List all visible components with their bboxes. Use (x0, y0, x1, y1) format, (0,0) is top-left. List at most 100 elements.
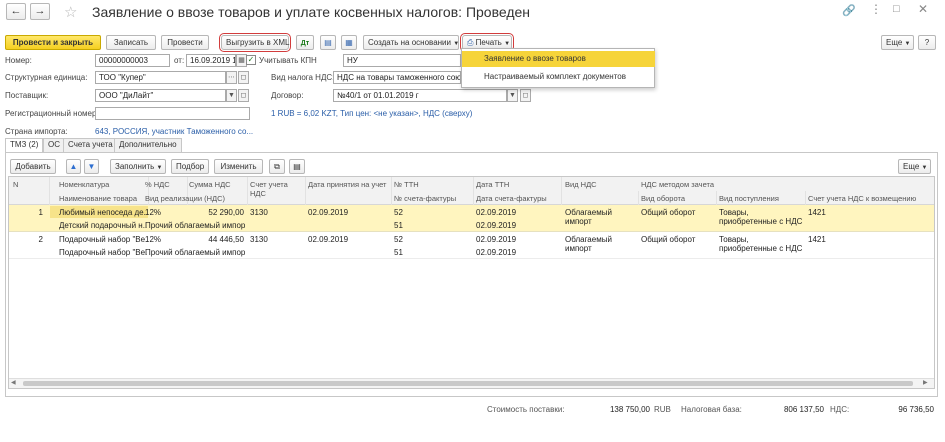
row1-vat-account[interactable]: 3130 (250, 208, 300, 217)
menu-dots-icon[interactable]: ⋮ (870, 2, 882, 16)
row1-goods-name[interactable]: Детский подарочный н... (59, 221, 147, 230)
change-button[interactable]: Изменить (214, 159, 263, 174)
row1-turnover[interactable]: Общий оборот (641, 208, 715, 217)
post-and-close-button[interactable]: Провести и закрыть (5, 35, 101, 50)
menu-item-import-application[interactable]: Заявление о ввозе товаров (462, 51, 655, 67)
col-vat-sum[interactable]: Сумма НДС (189, 180, 247, 189)
forward-button[interactable]: → (30, 3, 50, 20)
horizontal-scrollbar[interactable]: ◀ ▶ (9, 378, 934, 388)
move-up-button[interactable]: ▲ (66, 159, 81, 174)
tab-tmz[interactable]: ТМЗ (2) (5, 138, 44, 153)
fill-button[interactable]: Заполнить ▼ (110, 159, 166, 174)
row1-ttn-no[interactable]: 52 (394, 208, 472, 217)
col-turnover[interactable]: Вид оборота (641, 194, 715, 203)
col-invoice-date[interactable]: Дата счета-фактуры (476, 194, 560, 203)
link-icon[interactable]: 🔗 (842, 4, 856, 17)
close-icon[interactable]: ✕ (918, 2, 928, 16)
paste-button[interactable]: ▤ (289, 159, 305, 174)
scroll-left-icon[interactable]: ◀ (11, 379, 16, 386)
row2-vat-account[interactable]: 3130 (250, 235, 300, 244)
dt-kt-button[interactable]: Дт (296, 35, 314, 50)
row1-invoice-date[interactable]: 02.09.2019 (476, 221, 560, 230)
row1-receipt[interactable]: Товары, приобретенные с НДС (719, 208, 804, 226)
row1-invoice-no[interactable]: 51 (394, 221, 472, 230)
table-more-button[interactable]: Еще ▼ (898, 159, 931, 174)
col-ttn-date[interactable]: Дата ТТН (476, 180, 560, 189)
col-ttn-no[interactable]: № ТТН (394, 180, 472, 189)
col-invoice-no[interactable]: № счета-фактуры (394, 194, 472, 203)
contract-field[interactable]: №40/1 от 01.01.2019 г (333, 89, 507, 102)
contract-open-button[interactable]: ◻ (520, 89, 531, 102)
col-vat-rate[interactable]: % НДС (145, 180, 185, 189)
row2-refund-account[interactable]: 1421 (808, 235, 928, 244)
scroll-right-icon[interactable]: ▶ (923, 379, 928, 386)
date-field[interactable]: 16.09.2019 10:28:07 (186, 54, 236, 67)
row1-vat-rate[interactable]: 12% (145, 208, 185, 217)
row1-refund-account[interactable]: 1421 (808, 208, 928, 217)
select-button[interactable]: Подбор (171, 159, 209, 174)
kpn-field[interactable]: НУ (343, 54, 461, 67)
move-down-button[interactable]: ▼ (84, 159, 99, 174)
row1-nomenclature[interactable]: Любимый непоседа де... (59, 208, 147, 217)
col-receipt[interactable]: Вид поступления (719, 194, 804, 203)
col-vat-kind[interactable]: Вид НДС (565, 180, 637, 189)
row2-sale-kind[interactable]: Прочий облагаемый импорт (145, 248, 245, 257)
row2-goods-name[interactable]: Подарочный набор "Ве... (59, 248, 147, 257)
col-goods-name[interactable]: Наименование товара (59, 194, 147, 203)
more-button[interactable]: Еще ▼ (881, 35, 914, 50)
row1-vat-kind[interactable]: Облагаемый импорт (565, 208, 635, 226)
row1-accept-date[interactable]: 02.09.2019 (308, 208, 388, 217)
add-row-button[interactable]: Добавить (10, 159, 56, 174)
row2-ttn-no[interactable]: 52 (394, 235, 472, 244)
row1-ttn-date[interactable]: 02.09.2019 (476, 208, 560, 217)
export-xml-button[interactable]: Выгрузить в XML (219, 33, 291, 52)
row1-sale-kind[interactable]: Прочий облагаемый импорт (145, 221, 245, 230)
tab-os[interactable]: ОС (43, 138, 65, 152)
create-based-button[interactable]: Создать на основании ▼ (363, 35, 459, 50)
row2-accept-date[interactable]: 02.09.2019 (308, 235, 388, 244)
row2-receipt[interactable]: Товары, приобретенные с НДС (719, 235, 804, 253)
maximize-icon[interactable]: □ (893, 3, 900, 15)
supplier-open-button[interactable]: ◻ (238, 89, 249, 102)
row1-vat-sum[interactable]: 52 290,00 (189, 208, 244, 217)
row2-vat-rate[interactable]: 12% (145, 235, 185, 244)
reg-number-field[interactable] (95, 107, 250, 120)
scrollbar-thumb[interactable] (23, 381, 913, 386)
write-button[interactable]: Записать (106, 35, 156, 50)
contract-dropdown-button[interactable]: ▼ (507, 89, 518, 102)
col-n[interactable]: N (13, 180, 43, 189)
structure-button[interactable]: ▦ (341, 35, 357, 50)
col-vat-account[interactable]: Счет учета НДС (250, 180, 290, 198)
post-button[interactable]: Провести (161, 35, 209, 50)
row2-invoice-date[interactable]: 02.09.2019 (476, 248, 560, 257)
col-refund-account[interactable]: Счет учета НДС к возмещению (808, 194, 934, 203)
unit-field[interactable]: ТОО "Купер" (95, 71, 226, 84)
menu-item-custom-set[interactable]: Настраиваемый комплект документов (462, 69, 655, 85)
report-button[interactable]: ▤ (320, 35, 336, 50)
unit-select-button[interactable]: ⋯ (226, 71, 237, 84)
col-sale-kind[interactable]: Вид реализации (НДС) (145, 194, 245, 203)
row2-vat-sum[interactable]: 44 446,50 (189, 235, 244, 244)
supplier-dropdown-button[interactable]: ▼ (226, 89, 237, 102)
vat-type-field[interactable]: НДС на товары таможенного союза (333, 71, 461, 84)
row2-turnover[interactable]: Общий оборот (641, 235, 715, 244)
copy-button[interactable]: ⧉ (269, 159, 285, 174)
country-link[interactable]: 643, РОССИЯ, участник Таможенного со... (95, 127, 253, 136)
row2-ttn-date[interactable]: 02.09.2019 (476, 235, 560, 244)
row2-invoice-no[interactable]: 51 (394, 248, 472, 257)
chevron-down-icon: ▼ (504, 41, 511, 47)
back-button[interactable]: ← (6, 3, 26, 20)
row2-nomenclature[interactable]: Подарочный набор "Ве... (59, 235, 147, 244)
tab-accounts[interactable]: Счета учета (63, 138, 118, 152)
number-field[interactable]: 00000000003 (95, 54, 170, 67)
supplier-field[interactable]: ООО "ДиЛайт" (95, 89, 226, 102)
exchange-rate-link[interactable]: 1 RUB = 6,02 KZT, Тип цен: <не указан>, … (271, 109, 472, 118)
col-nomenclature[interactable]: Номенклатура (59, 180, 147, 189)
unit-open-button[interactable]: ◻ (238, 71, 249, 84)
help-button[interactable]: ? (918, 35, 936, 50)
row2-vat-kind[interactable]: Облагаемый импорт (565, 235, 635, 253)
kpn-checkbox[interactable]: ✓ (246, 55, 256, 65)
favorite-star-icon[interactable]: ☆ (64, 3, 77, 21)
col-accept-date[interactable]: Дата принятия на учет (308, 180, 390, 189)
tab-additional[interactable]: Дополнительно (114, 138, 182, 152)
